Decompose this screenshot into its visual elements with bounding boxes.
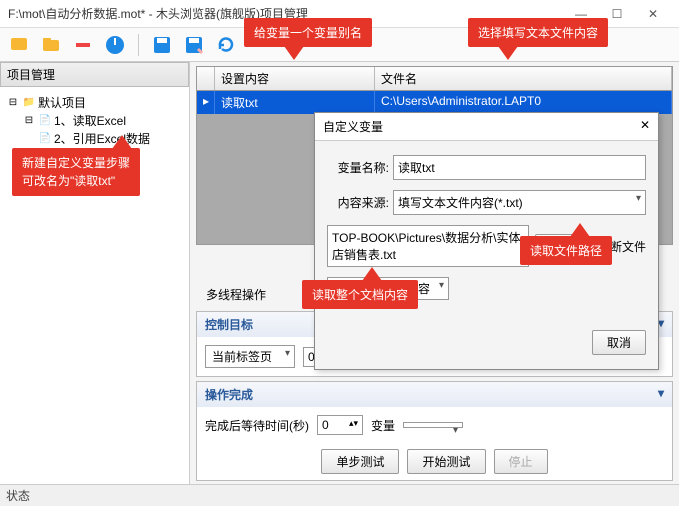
multithread-label: 多线程操作 bbox=[206, 286, 266, 303]
start-test-button[interactable]: 开始测试 bbox=[407, 449, 485, 474]
callout-readall: 读取整个文档内容 bbox=[302, 280, 418, 309]
content-source-field: 内容来源: 填写文本文件内容(*.txt) bbox=[327, 190, 646, 215]
file-path-input[interactable]: TOP-BOOK\Pictures\数据分析\实体店销售表.txt bbox=[327, 225, 529, 267]
dialog-close-icon[interactable]: ✕ bbox=[640, 118, 650, 135]
tree-label: 默认项目 bbox=[38, 94, 86, 111]
status-bar: 状态 bbox=[0, 484, 679, 506]
tree-node[interactable]: ⊟ 📄 1、读取Excel bbox=[4, 111, 185, 129]
stop-button[interactable]: 停止 bbox=[494, 449, 548, 474]
var-select[interactable] bbox=[403, 422, 463, 428]
var-name-field: 变量名称: 读取txt bbox=[327, 155, 646, 180]
wait-seconds-input[interactable]: 0 ▴▾ bbox=[317, 415, 363, 435]
tree-node[interactable]: 📄 2、引用Excel数据 bbox=[4, 129, 185, 147]
target-select[interactable]: 当前标签页 bbox=[205, 345, 295, 368]
grid-cell[interactable]: C:\Users\Administrator.LAPT0 bbox=[375, 91, 672, 114]
row-marker: ▸ bbox=[197, 91, 215, 114]
content-source-select[interactable]: 填写文本文件内容(*.txt) bbox=[393, 190, 646, 215]
grid-cell[interactable]: 读取txt bbox=[215, 91, 375, 114]
section-title: 操作完成 bbox=[205, 386, 253, 403]
save-icon[interactable] bbox=[149, 32, 175, 58]
step-test-button[interactable]: 单步测试 bbox=[321, 449, 399, 474]
done-buttons: 单步测试 开始测试 停止 bbox=[197, 443, 672, 480]
callout-path: 读取文件路径 bbox=[520, 236, 612, 265]
grid-col[interactable]: 文件名 bbox=[375, 67, 672, 90]
section-body: 完成后等待时间(秒) 0 ▴▾ 变量 bbox=[197, 407, 672, 443]
dialog-title: 自定义变量 bbox=[323, 118, 383, 135]
grid-corner bbox=[197, 67, 215, 90]
collapse-icon[interactable]: ⊟ bbox=[22, 113, 36, 127]
chevron-down-icon[interactable]: ▾ bbox=[658, 386, 664, 403]
section-title: 控制目标 bbox=[205, 316, 253, 333]
grid-row-selected[interactable]: ▸ 读取txt C:\Users\Administrator.LAPT0 bbox=[197, 91, 672, 114]
var-label: 变量 bbox=[371, 417, 395, 434]
folder-icon: 📁 bbox=[22, 95, 36, 109]
callout-source: 选择填写文本文件内容 bbox=[468, 18, 608, 47]
power-icon[interactable] bbox=[102, 32, 128, 58]
close-button[interactable]: ✕ bbox=[635, 0, 671, 28]
new-icon[interactable] bbox=[6, 32, 32, 58]
tree-label: 1、读取Excel bbox=[54, 112, 126, 129]
callout-alias: 给变量一个变量别名 bbox=[244, 18, 372, 47]
tree-root[interactable]: ⊟ 📁 默认项目 bbox=[4, 93, 185, 111]
var-name-label: 变量名称: bbox=[327, 159, 389, 176]
callout-newstep: 新建自定义变量步骤 可改名为"读取txt" bbox=[12, 148, 140, 196]
dialog-buttons: 取消 bbox=[327, 330, 646, 355]
cancel-button[interactable]: 取消 bbox=[592, 330, 646, 355]
open-icon[interactable] bbox=[38, 32, 64, 58]
operation-done-section: 操作完成 ▾ 完成后等待时间(秒) 0 ▴▾ 变量 单步测试 开始测试 停止 bbox=[196, 381, 673, 481]
var-name-input[interactable]: 读取txt bbox=[393, 155, 646, 180]
separator bbox=[138, 34, 139, 56]
section-header[interactable]: 操作完成 ▾ bbox=[197, 382, 672, 407]
tree-label: 2、引用Excel数据 bbox=[54, 130, 150, 147]
wait-label: 完成后等待时间(秒) bbox=[205, 417, 309, 434]
save-as-icon[interactable] bbox=[181, 32, 207, 58]
left-panel-header: 项目管理 bbox=[0, 62, 189, 87]
dialog-titlebar[interactable]: 自定义变量 ✕ bbox=[315, 113, 658, 141]
left-panel: 项目管理 ⊟ 📁 默认项目 ⊟ 📄 1、读取Excel 📄 2、引用Excel数… bbox=[0, 62, 190, 484]
refresh-icon[interactable] bbox=[213, 32, 239, 58]
project-tree[interactable]: ⊟ 📁 默认项目 ⊟ 📄 1、读取Excel 📄 2、引用Excel数据 📄 3… bbox=[0, 87, 189, 484]
file-icon: 📄 bbox=[38, 131, 52, 145]
content-source-label: 内容来源: bbox=[327, 194, 389, 211]
grid-col[interactable]: 设置内容 bbox=[215, 67, 375, 90]
file-icon: 📄 bbox=[38, 113, 52, 127]
collapse-icon[interactable]: ⊟ bbox=[6, 95, 20, 109]
grid-header: 设置内容 文件名 bbox=[197, 67, 672, 91]
delete-icon[interactable] bbox=[70, 32, 96, 58]
